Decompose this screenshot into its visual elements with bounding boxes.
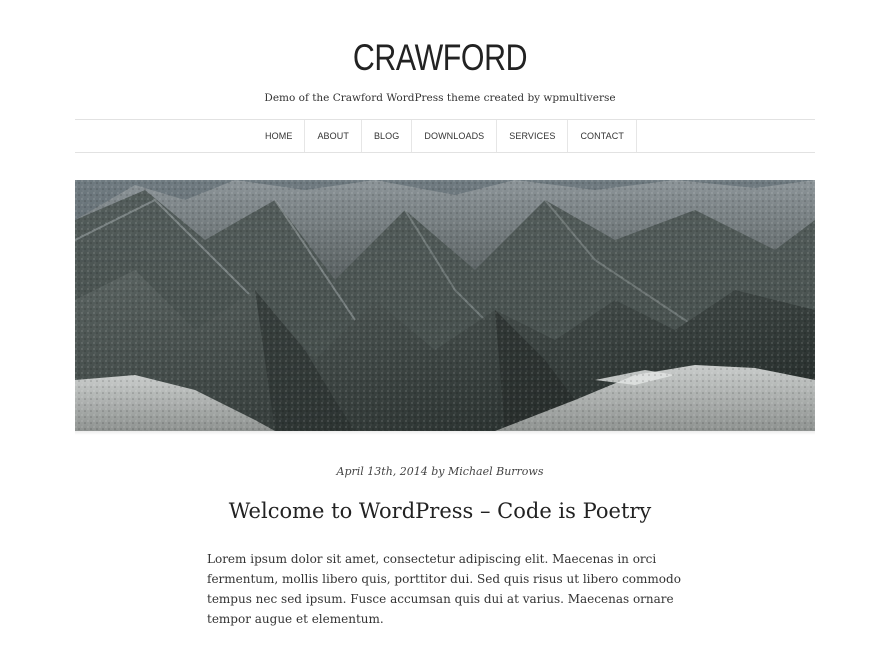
post-meta: April 13th, 2014 by Michael Burrows: [336, 465, 544, 478]
nav-item-services[interactable]: SERVICES: [497, 120, 569, 152]
site-header: CRAWFORD Demo of the Crawford WordPress …: [0, 0, 880, 105]
post-excerpt: Lorem ipsum dolor sit amet, consectetur …: [207, 552, 681, 626]
site-description: Demo of the Crawford WordPress theme cre…: [264, 92, 616, 104]
mountain-landscape-image: [75, 180, 815, 431]
main-navigation: HOME ABOUT BLOG DOWNLOADS SERVICES CONTA…: [75, 119, 815, 153]
nav-item-downloads[interactable]: DOWNLOADS: [412, 120, 498, 152]
post-title[interactable]: Welcome to WordPress – Code is Poetry: [0, 499, 880, 523]
nav-item-home[interactable]: HOME: [253, 120, 306, 152]
nav-item-about[interactable]: ABOUT: [305, 120, 362, 152]
nav-item-blog[interactable]: BLOG: [362, 120, 413, 152]
hero-image: [75, 180, 815, 431]
nav-item-contact[interactable]: CONTACT: [568, 120, 637, 152]
site-title[interactable]: CRAWFORD: [79, 0, 801, 78]
hero-divider: [75, 431, 815, 435]
